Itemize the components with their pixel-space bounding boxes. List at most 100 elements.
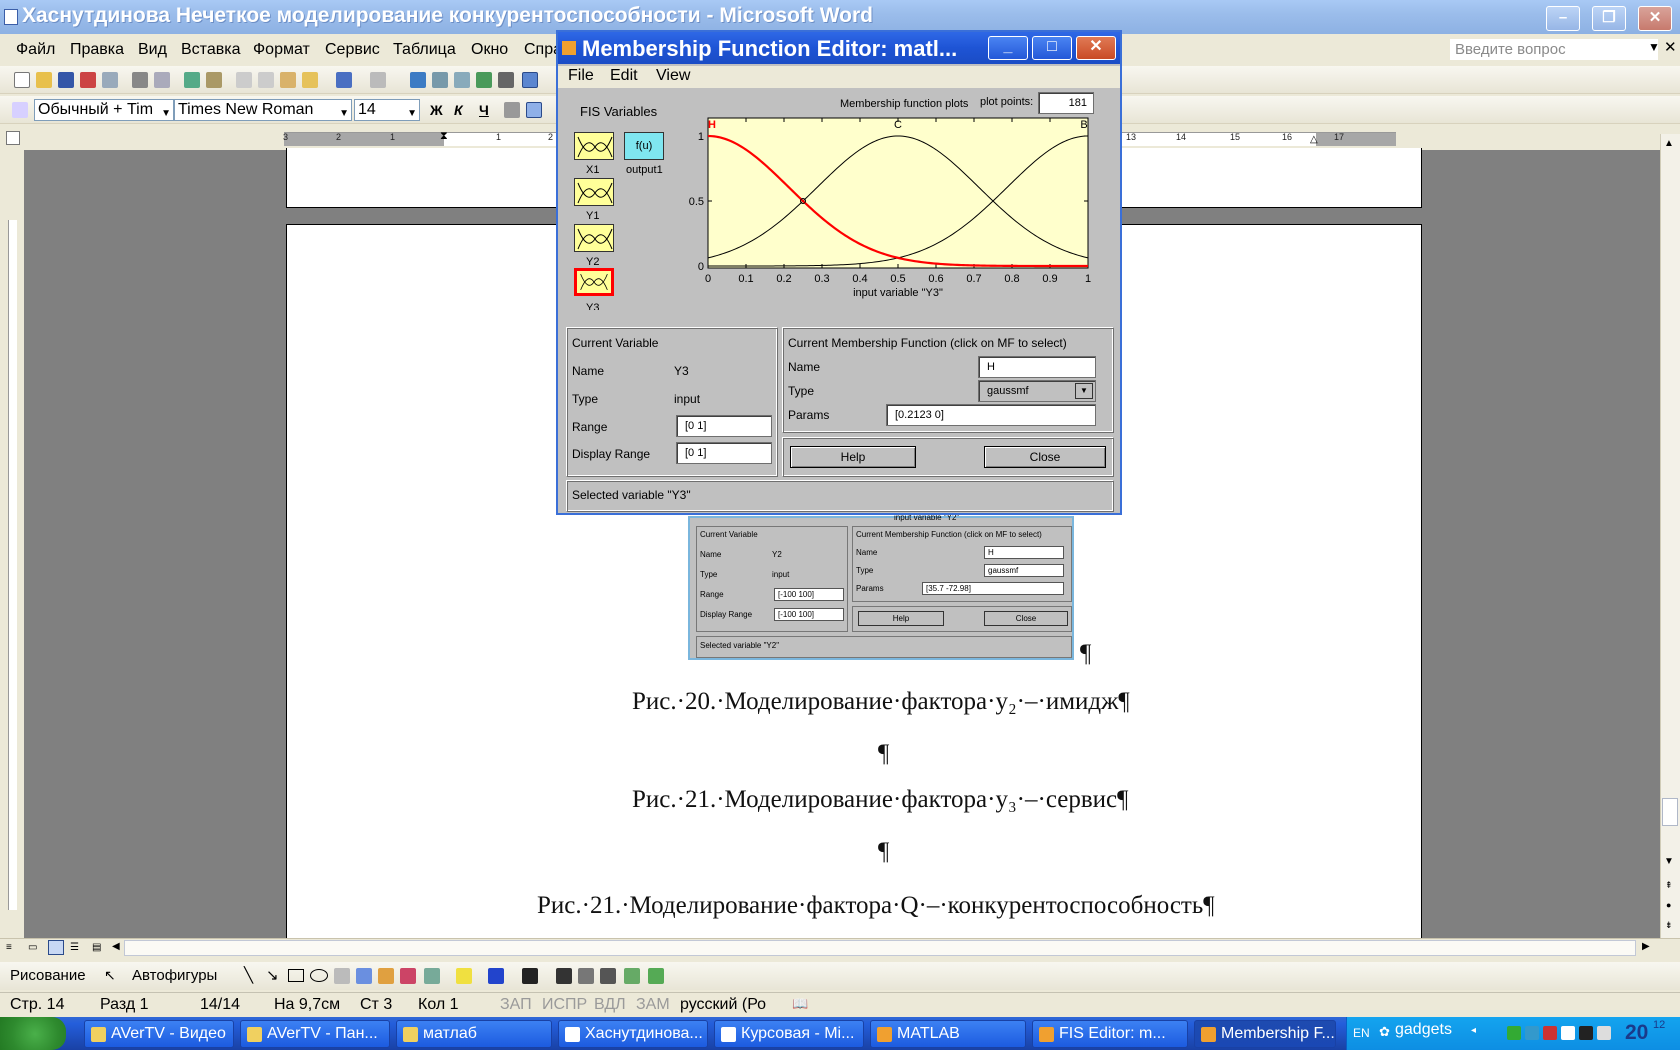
scroll-left-icon[interactable]: ◀ (112, 941, 120, 952)
undo-icon[interactable] (336, 72, 352, 88)
task-matlab-folder[interactable]: матлаб (396, 1020, 552, 1048)
task-word-hasnutdinova[interactable]: Хаснутдинова... (558, 1020, 708, 1048)
tray-app-icon[interactable] (1507, 1026, 1521, 1040)
arrow-icon[interactable]: ↘ (266, 966, 279, 984)
horizontal-scrollbar[interactable]: ≡ ▭ ☰ ▤ ◀ ▶ (0, 938, 1680, 958)
align-center-icon[interactable] (526, 102, 542, 118)
italic-button[interactable]: К (454, 102, 463, 118)
diagram-icon[interactable] (378, 968, 394, 984)
arrow-style-icon[interactable] (600, 968, 616, 984)
insert-table-icon[interactable] (454, 72, 470, 88)
mf-close-button[interactable]: ✕ (1076, 36, 1116, 60)
shadow-icon[interactable] (624, 968, 640, 984)
align-left-icon[interactable] (504, 102, 520, 118)
redo-icon[interactable] (370, 72, 386, 88)
textbox-icon[interactable] (334, 968, 350, 984)
embedded-screenshot-y2[interactable]: input variable "Y2" Current Variable Nam… (688, 513, 1074, 660)
ask-question-box[interactable]: Введите вопрос (1450, 39, 1658, 60)
autoshapes-menu[interactable]: Автофигуры (132, 967, 217, 984)
gadgets-icon[interactable]: ✿ (1379, 1024, 1390, 1040)
line-icon[interactable]: ╲ (244, 966, 253, 984)
status-rec[interactable]: ЗАП (500, 996, 532, 1014)
copy-icon[interactable] (258, 72, 274, 88)
rectangle-icon[interactable] (288, 969, 304, 982)
print-view-icon[interactable] (48, 940, 64, 955)
new-icon[interactable] (14, 72, 30, 88)
fis-var-y1[interactable] (574, 178, 614, 206)
save-icon[interactable] (58, 72, 74, 88)
task-word-kursovaya[interactable]: Курсовая - Mi... (714, 1020, 864, 1048)
close-button[interactable]: ✕ (1638, 6, 1672, 31)
font-size-combo[interactable]: 14 ▼ (354, 99, 420, 121)
start-button[interactable] (0, 1017, 66, 1050)
bg-range-field[interactable]: [-100 100] (774, 588, 844, 601)
tray-app-icon[interactable] (1561, 1026, 1575, 1040)
hscroll-thumb[interactable] (124, 940, 1636, 956)
menu-window[interactable]: Окно (471, 41, 508, 59)
vertical-scrollbar[interactable]: ▲ ▼ ⇞ ● ⇟ (1660, 134, 1680, 940)
chevron-down-icon[interactable]: ▼ (1648, 40, 1660, 54)
next-page-icon[interactable]: ⇟ (1665, 920, 1673, 931)
mf-menu-view[interactable]: View (656, 67, 690, 85)
line-style-icon[interactable] (556, 968, 572, 984)
close-doc-icon[interactable]: ✕ (1664, 38, 1677, 56)
mf-title-bar[interactable]: Membership Function Editor: matl... _ □ … (558, 32, 1120, 64)
font-color-icon[interactable] (522, 968, 538, 984)
clock[interactable]: 20 (1625, 1021, 1648, 1045)
fis-var-x1[interactable] (574, 132, 614, 160)
menu-tools[interactable]: Сервис (325, 41, 380, 59)
mf-maximize-button[interactable]: □ (1032, 36, 1072, 60)
bg-mf-type-select[interactable]: gaussmf (984, 564, 1064, 577)
status-trk[interactable]: ИСПР (542, 996, 587, 1014)
select-objects-icon[interactable]: ↖ (104, 967, 116, 984)
bg-mf-params-field[interactable]: [35.7 -72.98] (922, 582, 1064, 595)
scroll-thumb[interactable] (1662, 798, 1678, 826)
mf-menu-file[interactable]: File (568, 67, 594, 85)
fis-var-y3-selected[interactable] (574, 268, 614, 296)
close-button-mf[interactable]: Close (984, 446, 1106, 468)
menu-table[interactable]: Таблица (393, 41, 456, 59)
menu-view[interactable]: Вид (138, 41, 167, 59)
dash-style-icon[interactable] (578, 968, 594, 984)
style-combo[interactable]: Обычный + Tim ▼ (34, 99, 174, 121)
task-avertv-panel[interactable]: AVerTV - Пан... (240, 1020, 390, 1048)
research-icon[interactable] (206, 72, 222, 88)
tables-borders-icon[interactable] (432, 72, 448, 88)
mf-name-field[interactable]: H (978, 356, 1096, 378)
normal-view-icon[interactable]: ≡ (6, 942, 12, 953)
scroll-up-icon[interactable]: ▲ (1664, 138, 1674, 149)
language-indicator[interactable]: EN (1353, 1026, 1370, 1040)
mf-menu-edit[interactable]: Edit (610, 67, 638, 85)
font-combo[interactable]: Times New Roman ▼ (174, 99, 352, 121)
columns-icon[interactable] (498, 72, 514, 88)
cut-icon[interactable] (236, 72, 252, 88)
styles-icon[interactable] (12, 102, 28, 118)
drawing-menu[interactable]: Рисование (10, 967, 86, 984)
cv-display-range-field[interactable]: [0 1] (676, 442, 772, 464)
clipart-icon[interactable] (400, 968, 416, 984)
reading-view-icon[interactable]: ▤ (92, 942, 101, 953)
permission-icon[interactable] (80, 72, 96, 88)
tray-expand-icon[interactable]: ◂ (1471, 1025, 1476, 1036)
bold-button[interactable]: Ж (430, 102, 443, 118)
menu-file[interactable]: Файл (16, 41, 55, 59)
prev-page-icon[interactable]: ⇞ (1665, 880, 1673, 891)
chevron-down-icon[interactable]: ▼ (1075, 383, 1093, 399)
indent-marker[interactable]: ⧗ (440, 130, 448, 143)
3d-icon[interactable] (648, 968, 664, 984)
task-membership-editor[interactable]: Membership F... (1194, 1020, 1336, 1048)
restore-button[interactable]: ❐ (1592, 6, 1626, 31)
scroll-down-icon[interactable]: ▼ (1664, 856, 1674, 867)
status-ext[interactable]: ВДЛ (594, 996, 626, 1014)
menu-format[interactable]: Формат (253, 41, 310, 59)
paste-icon[interactable] (280, 72, 296, 88)
mf-type-select[interactable]: gaussmf ▼ (978, 380, 1096, 402)
spelling-icon[interactable] (184, 72, 200, 88)
hyperlink-icon[interactable] (410, 72, 426, 88)
tab-selector[interactable] (6, 131, 20, 145)
scroll-right-icon[interactable]: ▶ (1642, 941, 1650, 952)
bg-close-button[interactable]: Close (984, 611, 1068, 626)
menu-insert[interactable]: Вставка (181, 41, 240, 59)
fis-var-y2[interactable] (574, 224, 614, 252)
cv-range-field[interactable]: [0 1] (676, 415, 772, 437)
